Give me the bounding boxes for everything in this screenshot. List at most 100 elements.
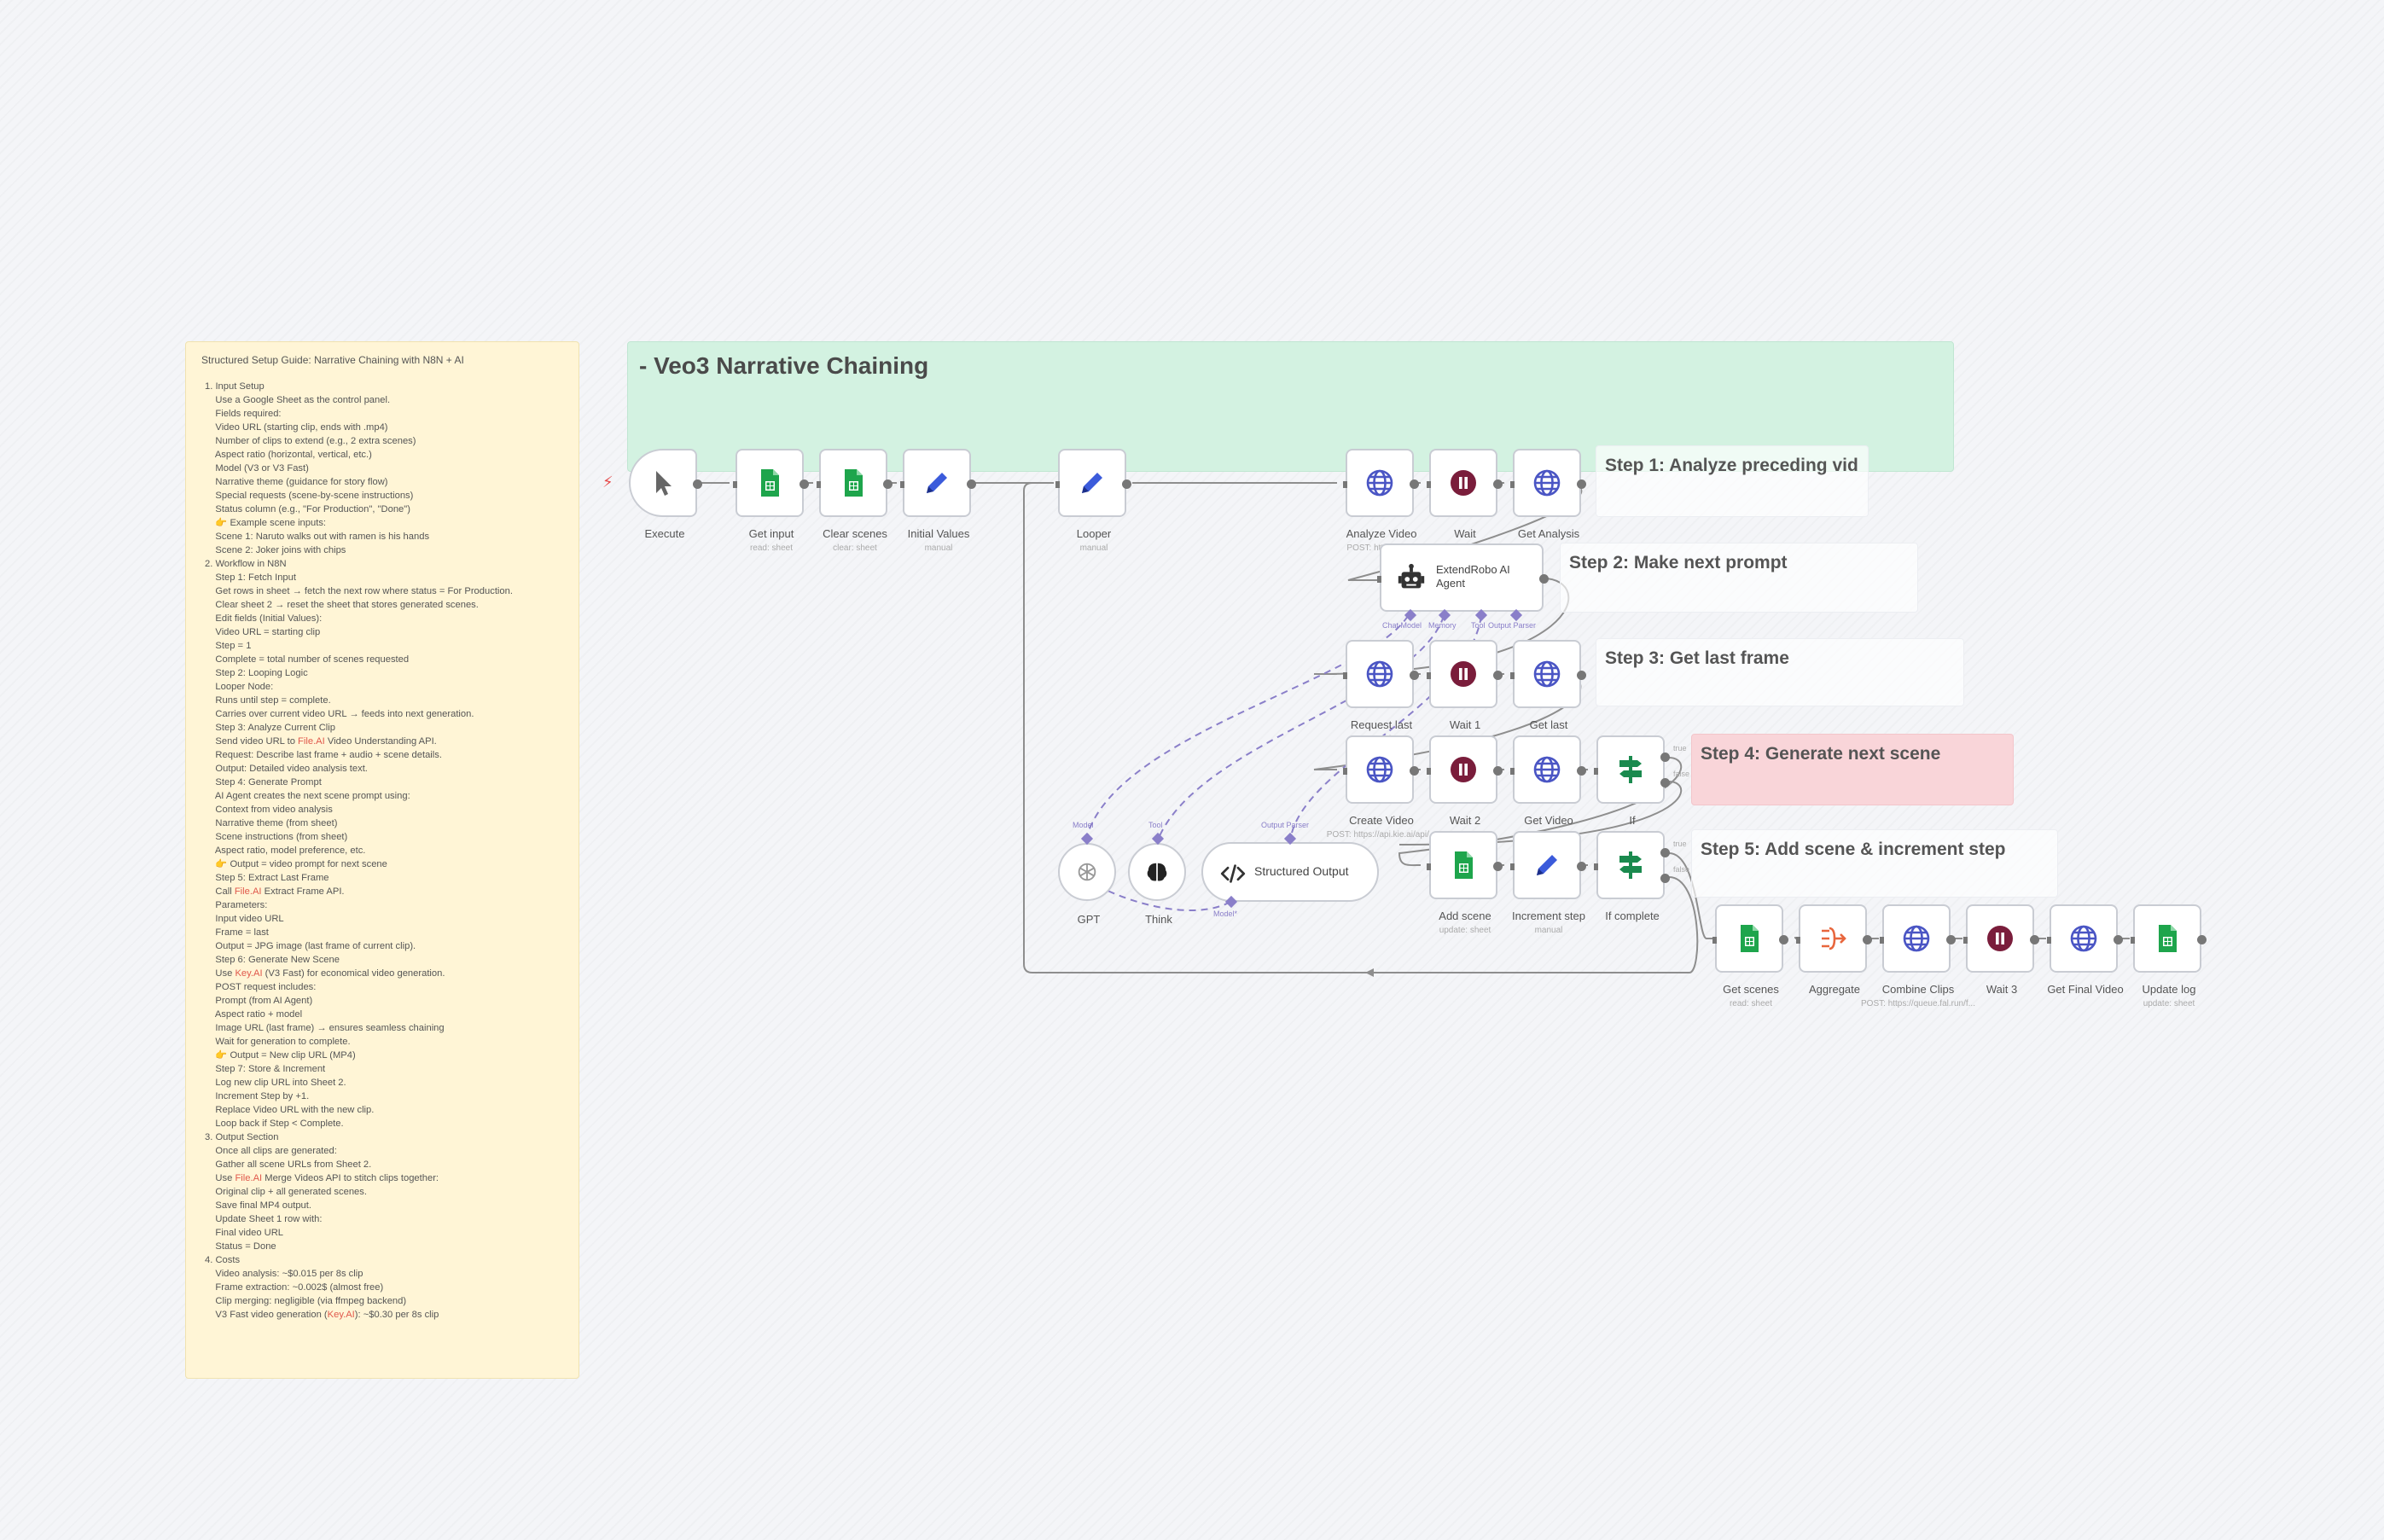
update-log-node[interactable]: Update log update: sheet [2131,904,2207,1008]
create-video-output-port[interactable] [1410,766,1419,776]
step4-note[interactable]: Step 4: Generate next scene [1691,734,2014,805]
step1-note[interactable]: Step 1: Analyze preceding vid [1596,445,1869,517]
guide-line: Get rows in sheet → fetch the next row w… [205,586,513,596]
add-scene-input-port[interactable] [1427,863,1431,870]
ai-agent-node[interactable]: ExtendRobo AI Agent [1377,543,1549,612]
wait-input-port[interactable] [1427,481,1431,488]
initial-values-node[interactable]: Initial Values manual [900,449,976,553]
get-final-video-input-port[interactable] [2047,937,2051,944]
if-complete-node[interactable]: true false If complete [1594,831,1689,922]
if-input-port[interactable] [1594,768,1598,775]
add-scene-node[interactable]: Add scene update: sheet [1427,831,1503,935]
initial-values-output-port[interactable] [967,479,976,489]
wait1-output-port[interactable] [1493,671,1503,680]
create-video-node[interactable]: Create Video POST: https://api.kie.ai/api… [1327,735,1436,840]
increment-step-node[interactable]: Increment step manual [1510,831,1586,935]
request-last-node[interactable]: Request lastPOST: h... [1343,640,1419,744]
if-complete-false-port[interactable] [1660,874,1670,883]
get-final-video-node[interactable]: Get Final Video [2047,904,2124,996]
get-analysis-input-port[interactable] [1510,481,1515,488]
wait1-node[interactable]: Wait 1 [1427,640,1503,731]
increment-step-output-port[interactable] [1577,862,1586,871]
step3-note[interactable]: Step 3: Get last frame [1596,638,1964,706]
get-last-input-port[interactable] [1510,672,1515,679]
update-log-output-port[interactable] [2197,935,2207,944]
guide-line: Use Key.AI (V3 Fast) for economical vide… [205,968,445,979]
wait2-node[interactable]: Wait 2 [1427,735,1503,827]
get-scenes-output-port[interactable] [1779,935,1788,944]
analyze-video-input-port[interactable] [1343,481,1347,488]
guide-line: Input video URL [205,914,284,924]
request-last-output-port[interactable] [1410,671,1419,680]
increment-step-input-port[interactable] [1510,863,1515,870]
initial-values-label: Initial Values [907,527,970,540]
looper-input-port[interactable] [1055,481,1060,488]
setup-guide-note[interactable]: Structured Setup Guide: Narrative Chaini… [185,341,579,1379]
if-icon [1619,851,1642,879]
wait3-input-port[interactable] [1963,937,1968,944]
get-analysis-node[interactable]: Get Analysis [1510,449,1586,540]
gpt-model-port-label: Model [1073,821,1094,829]
wait-node[interactable]: Wait [1427,449,1503,540]
clear-scenes-output-port[interactable] [883,479,893,489]
pencil-icon [1082,473,1102,493]
looper-node[interactable]: Looper manual [1055,449,1131,553]
execute-node[interactable]: Execute [629,449,702,540]
execute-output-port[interactable] [693,479,702,489]
openai-icon [1078,863,1096,881]
get-last-node[interactable]: Get last [1510,640,1586,731]
analyze-video-output-port[interactable] [1410,479,1419,489]
wait2-input-port[interactable] [1427,768,1431,775]
wait-output-port[interactable] [1493,479,1503,489]
combine-clips-input-port[interactable] [1880,937,1884,944]
analyze-video-node[interactable]: Analyze VideoPOST: https://ap... [1343,449,1419,553]
structured-output-node[interactable]: Structured Output [1201,842,1379,902]
guide-line: AI Agent creates the next scene prompt u… [205,791,410,801]
get-video-input-port[interactable] [1510,768,1515,775]
get-scenes-input-port[interactable] [1712,937,1717,944]
guide-line: Edit fields (Initial Values): [205,613,323,624]
pause-icon [1451,757,1476,782]
if-complete-output-port[interactable] [1660,848,1670,857]
get-video-output-port[interactable] [1577,766,1586,776]
agent-input-port[interactable] [1377,576,1381,583]
think-node[interactable]: Think [1128,843,1186,926]
wait1-input-port[interactable] [1427,672,1431,679]
gpt-node[interactable]: GPT [1058,843,1116,926]
combine-clips-output-port[interactable] [1946,935,1956,944]
wait3-node[interactable]: Wait 3 [1963,904,2039,996]
step5-note[interactable]: Step 5: Add scene & increment step [1691,829,2058,898]
create-video-input-port[interactable] [1343,768,1347,775]
clear-scenes-input-port[interactable] [817,481,821,488]
looper-output-port[interactable] [1122,479,1131,489]
wait3-output-port[interactable] [2030,935,2039,944]
if-node[interactable]: true false If [1594,735,1689,827]
combine-clips-node[interactable]: Combine Clips POST: https://queue.fal.run… [1861,904,1975,1008]
add-scene-output-port[interactable] [1493,862,1503,871]
aggregate-node[interactable]: Aggregate [1796,904,1872,996]
get-input-node[interactable]: Get input read: sheet [733,449,809,553]
update-log-label: Update log [2142,983,2196,996]
get-analysis-output-port[interactable] [1577,479,1586,489]
if-false-port[interactable] [1660,778,1670,787]
request-last-input-port[interactable] [1343,672,1347,679]
get-input-output-port[interactable] [800,479,809,489]
parser-model-port-label: Model* [1213,909,1238,918]
get-input-input-port[interactable] [733,481,737,488]
clear-scenes-node[interactable]: Clear scenes clear: sheet [817,449,893,553]
step2-note[interactable]: Step 2: Make next prompt [1560,543,1918,613]
guide-line: Clear sheet 2 → reset the sheet that sto… [205,600,479,610]
get-scenes-node[interactable]: Get scenes read: sheet [1712,904,1788,1008]
if-complete-input-port[interactable] [1594,863,1598,870]
agent-output-port[interactable] [1539,574,1549,584]
if-output-port[interactable] [1660,753,1670,762]
workflow-title: - Veo3 Narrative Chaining [639,352,929,379]
initial-values-input-port[interactable] [900,481,904,488]
get-video-node[interactable]: Get Video [1510,735,1586,827]
wait2-output-port[interactable] [1493,766,1503,776]
update-log-input-port[interactable] [2131,937,2135,944]
get-last-output-port[interactable] [1577,671,1586,680]
aggregate-output-port[interactable] [1863,935,1872,944]
get-final-video-output-port[interactable] [2114,935,2123,944]
aggregate-input-port[interactable] [1796,937,1800,944]
